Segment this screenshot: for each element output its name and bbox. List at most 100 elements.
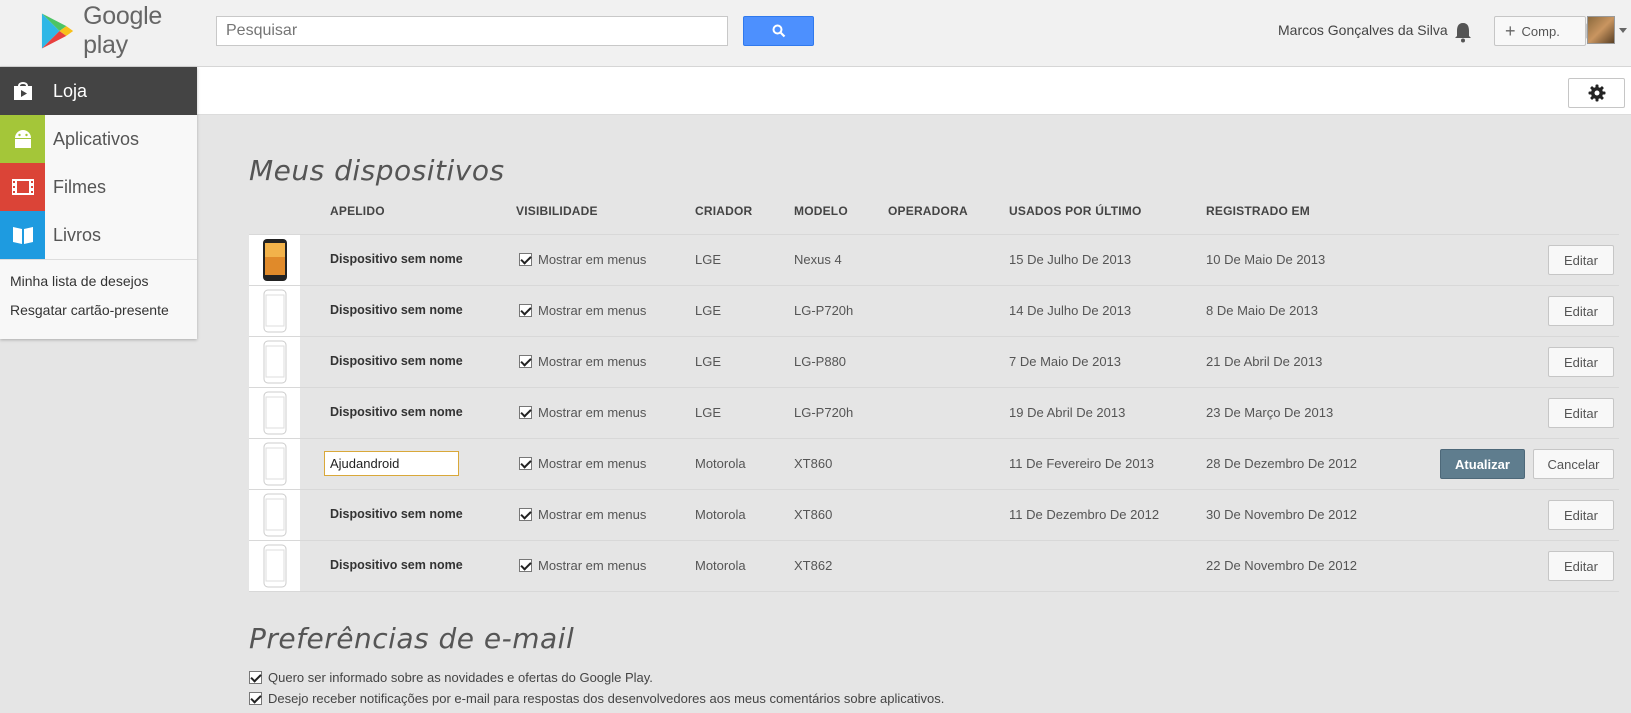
device-registered: 22 De Novembro De 2012 — [1206, 558, 1358, 573]
edit-button[interactable]: Editar — [1548, 347, 1614, 377]
visibility-label: Mostrar em menus — [538, 354, 647, 369]
edit-button[interactable]: Editar — [1548, 245, 1614, 275]
device-maker: Motorola — [695, 507, 746, 522]
edit-button[interactable]: Editar — [1548, 398, 1614, 428]
device-registered: 21 De Abril De 2013 — [1206, 354, 1323, 369]
phone-icon — [262, 239, 287, 281]
checkbox-checked[interactable] — [249, 692, 262, 705]
visibility-checkbox[interactable]: Mostrar em menus — [519, 303, 646, 318]
sidebar-item-label: Loja — [53, 80, 88, 101]
device-maker: LGE — [695, 354, 722, 369]
sidebar-item-label: Filmes — [53, 176, 106, 197]
device-thumbnail — [249, 286, 300, 336]
device-model: Nexus 4 — [794, 252, 842, 267]
checkbox-checked[interactable] — [519, 457, 532, 470]
shopping-bag-icon — [0, 67, 45, 115]
phone-outline-icon — [263, 391, 286, 435]
sidebar-item-label: Aplicativos — [53, 128, 140, 149]
sidebar: Loja Aplicativos Filmes Livros Minha lis… — [0, 67, 197, 339]
device-model: XT860 — [794, 507, 833, 522]
device-nickname: Dispositivo sem nome — [330, 405, 463, 419]
android-icon — [0, 115, 45, 163]
device-thumbnail — [249, 439, 300, 489]
sidebar-item-loja[interactable]: Loja — [0, 67, 197, 115]
table-bottom-border — [249, 591, 1619, 592]
device-thumbnail — [249, 337, 300, 387]
update-button[interactable]: Atualizar — [1440, 449, 1525, 479]
email-prefs-title: Preferências de e-mail — [249, 622, 575, 655]
edit-button[interactable]: Editar — [1548, 500, 1614, 530]
user-name[interactable]: Marcos Gonçalves da Silva — [1278, 22, 1448, 38]
device-model: XT860 — [794, 456, 833, 471]
checkbox-checked[interactable] — [519, 253, 532, 266]
avatar[interactable] — [1587, 16, 1615, 44]
email-pref-label: Desejo receber notificações por e-mail p… — [268, 691, 945, 706]
cancel-button[interactable]: Cancelar — [1533, 449, 1614, 479]
device-model: LG-P720h — [794, 405, 854, 420]
device-maker: Motorola — [695, 558, 746, 573]
visibility-checkbox[interactable]: Mostrar em menus — [519, 405, 646, 420]
plus-icon: + — [1505, 20, 1516, 41]
checkbox-checked[interactable] — [519, 508, 532, 521]
settings-button[interactable] — [1568, 78, 1625, 108]
device-nickname: Dispositivo sem nome — [330, 354, 463, 368]
google-play-logo[interactable]: Google play — [40, 2, 210, 59]
device-last-used: 11 De Dezembro De 2012 — [1009, 507, 1160, 522]
search-button[interactable] — [743, 16, 814, 46]
share-button[interactable]: + Comp. — [1494, 16, 1586, 46]
device-model: XT862 — [794, 558, 833, 573]
device-registered: 28 De Dezembro De 2012 — [1206, 456, 1358, 471]
email-pref-label: Quero ser informado sobre as novidades e… — [268, 670, 653, 685]
sidebar-item-filmes[interactable]: Filmes — [0, 163, 197, 211]
device-registered: 10 De Maio De 2013 — [1206, 252, 1326, 267]
edit-button[interactable]: Editar — [1548, 296, 1614, 326]
col-header-last-used: USADOS POR ÚLTIMO — [1009, 204, 1142, 218]
device-registered: 8 De Maio De 2013 — [1206, 303, 1319, 318]
visibility-checkbox[interactable]: Mostrar em menus — [519, 507, 646, 522]
visibility-checkbox[interactable]: Mostrar em menus — [519, 456, 646, 471]
device-registered: 23 De Março De 2013 — [1206, 405, 1334, 420]
visibility-checkbox[interactable]: Mostrar em menus — [519, 252, 646, 267]
device-nickname: Dispositivo sem nome — [330, 303, 463, 317]
redeem-gift-card-link[interactable]: Resgatar cartão-presente — [10, 302, 169, 318]
checkbox-checked[interactable] — [519, 304, 532, 317]
table-row: Dispositivo sem nome Mostrar em menus LG… — [249, 285, 1619, 336]
phone-outline-icon — [263, 544, 286, 588]
table-row: Dispositivo sem nome Mostrar em menus Mo… — [249, 489, 1619, 540]
visibility-checkbox[interactable]: Mostrar em menus — [519, 354, 646, 369]
device-last-used: 14 De Julho De 2013 — [1009, 303, 1132, 318]
device-thumbnail — [249, 541, 300, 591]
table-row: Dispositivo sem nome Mostrar em menus Mo… — [249, 540, 1619, 591]
table-row: Dispositivo sem nome Mostrar em menus LG… — [249, 234, 1619, 285]
device-nickname: Dispositivo sem nome — [330, 507, 463, 521]
book-icon — [0, 211, 45, 259]
email-pref-option[interactable]: Desejo receber notificações por e-mail p… — [249, 691, 944, 706]
checkbox-checked[interactable] — [249, 671, 262, 684]
search-input[interactable] — [216, 16, 728, 46]
device-thumbnail — [249, 490, 300, 540]
visibility-checkbox[interactable]: Mostrar em menus — [519, 558, 646, 573]
wishlist-link[interactable]: Minha lista de desejos — [10, 273, 149, 289]
visibility-label: Mostrar em menus — [538, 405, 647, 420]
nickname-input[interactable] — [324, 451, 459, 476]
edit-button[interactable]: Editar — [1548, 551, 1614, 581]
device-last-used: 7 De Maio De 2013 — [1009, 354, 1122, 369]
device-nickname: Dispositivo sem nome — [330, 252, 463, 266]
checkbox-checked[interactable] — [519, 559, 532, 572]
checkbox-checked[interactable] — [519, 406, 532, 419]
device-maker: LGE — [695, 405, 722, 420]
sidebar-item-livros[interactable]: Livros — [0, 211, 197, 259]
email-pref-option[interactable]: Quero ser informado sobre as novidades e… — [249, 670, 653, 685]
logo-text: Google play — [83, 2, 162, 59]
col-header-maker: CRIADOR — [695, 204, 753, 218]
device-registered: 30 De Novembro De 2012 — [1206, 507, 1358, 522]
checkbox-checked[interactable] — [519, 355, 532, 368]
chevron-down-icon[interactable] — [1619, 28, 1627, 33]
col-header-visibility: VISIBILIDADE — [516, 204, 598, 218]
sidebar-item-aplicativos[interactable]: Aplicativos — [0, 115, 197, 163]
table-row: Dispositivo sem nome Mostrar em menus LG… — [249, 336, 1619, 387]
top-header: Google play Marcos Gonçalves da Silva + … — [0, 0, 1631, 67]
device-last-used: 11 De Fevereiro De 2013 — [1009, 456, 1155, 471]
search-icon — [772, 24, 785, 38]
bell-icon[interactable] — [1452, 20, 1474, 44]
